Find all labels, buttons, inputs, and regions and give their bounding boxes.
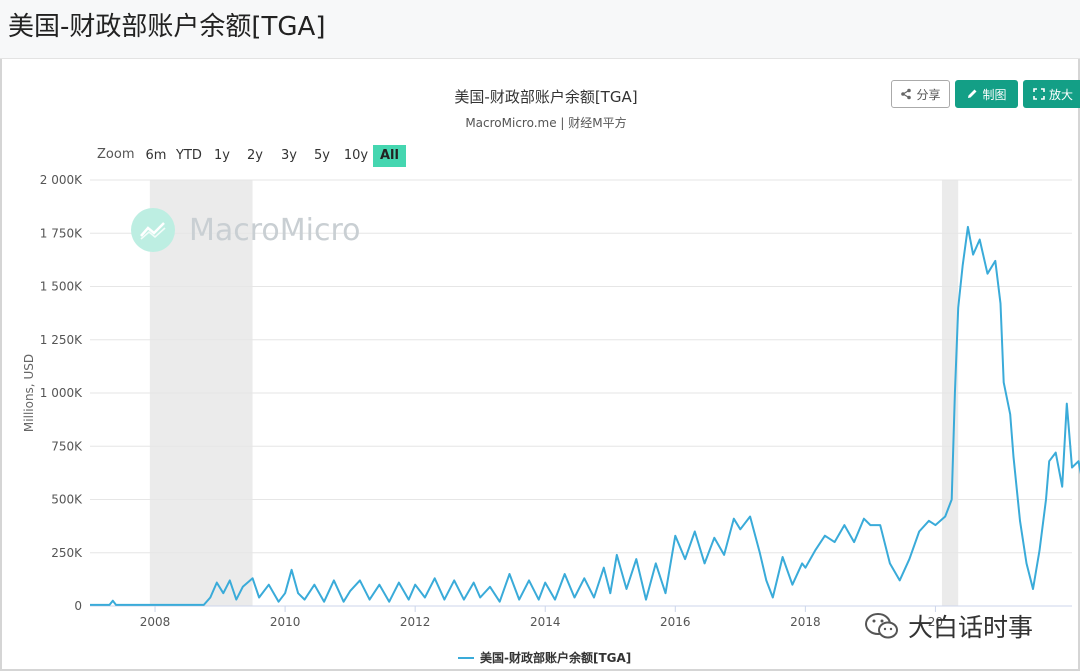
x-tick-label: 2014	[530, 615, 561, 629]
y-tick-label: 0	[74, 599, 82, 613]
macromicro-watermark: MacroMicro	[131, 208, 361, 252]
y-tick-label: 750K	[51, 439, 83, 453]
watermark-text: MacroMicro	[189, 212, 361, 248]
x-tick-label: 2012	[400, 615, 431, 629]
y-tick-label: 1 250K	[40, 333, 83, 347]
legend-label: 美国-财政部账户余额[TGA]	[480, 651, 632, 665]
y-tick-label: 1 000K	[40, 386, 83, 400]
x-tick-label: 2018	[790, 615, 821, 629]
legend[interactable]: 美国-财政部账户余额[TGA]	[458, 649, 631, 666]
y-tick-label: 1 500K	[40, 280, 83, 294]
tga-line-chart: 0 250K 500K 750K 1 000K 1 250K 1 500K 1 750K 2 0…	[22, 173, 1080, 629]
x-tick-label: 2010	[270, 615, 301, 629]
brand-text: 大白话时事	[908, 613, 1034, 642]
y-axis-title: Millions, USD	[22, 354, 36, 432]
x-tick-label: 2016	[660, 615, 691, 629]
wechat-brand: 大白话时事	[864, 608, 1033, 644]
wechat-icon	[865, 613, 898, 639]
legend-line-swatch	[458, 656, 474, 659]
y-tick-label: 500K	[51, 493, 83, 507]
macromicro-logo-icon	[131, 208, 175, 252]
y-tick-label: 250K	[51, 546, 83, 560]
y-tick-label: 2 000K	[40, 173, 83, 187]
x-tick-label: 2008	[140, 615, 171, 629]
y-tick-label: 1 750K	[40, 226, 83, 240]
